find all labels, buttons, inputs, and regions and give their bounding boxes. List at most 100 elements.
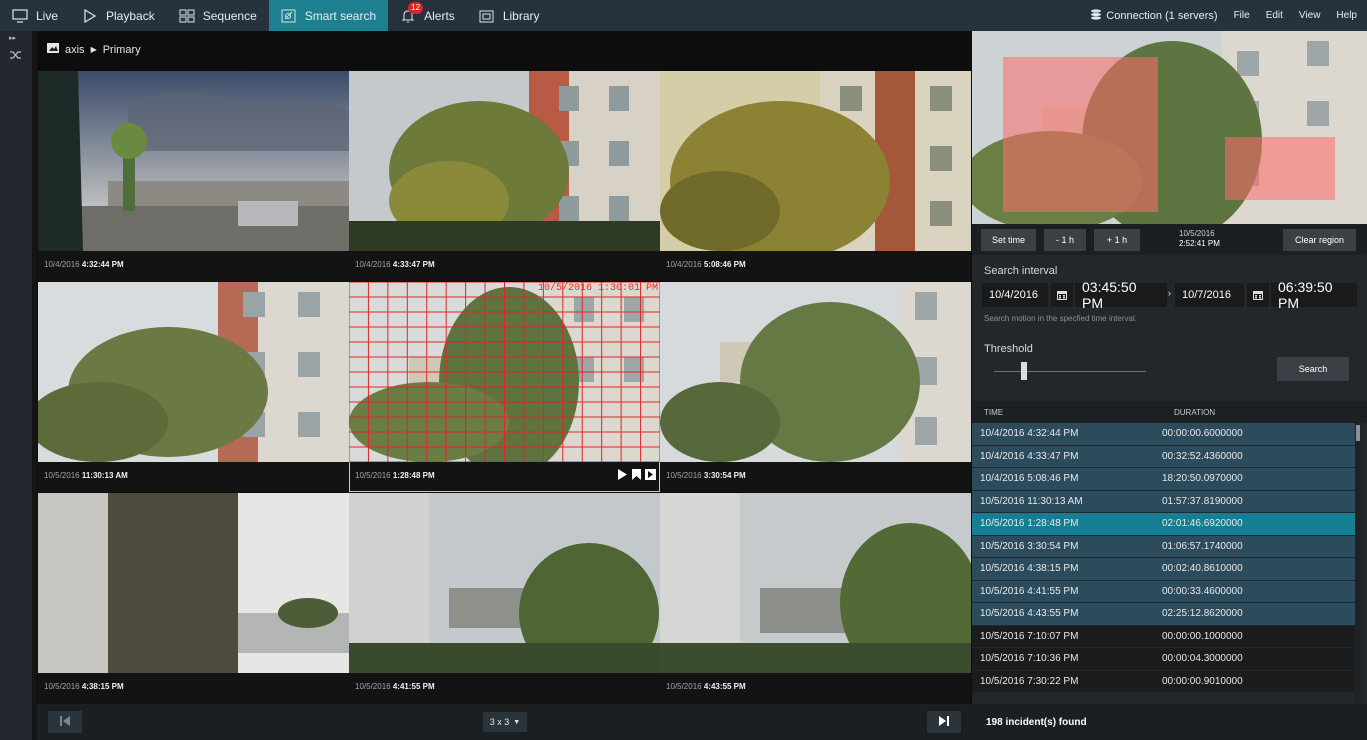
from-calendar-icon[interactable] xyxy=(1051,283,1073,307)
from-date-field[interactable]: 10/4/2016 xyxy=(982,283,1048,307)
result-time: 10/5/2016 1:28:48 PM xyxy=(980,518,1079,530)
video-cell[interactable]: 10/5/2016 4:38:15 PM xyxy=(38,493,349,703)
to-time-field[interactable]: 06:39:50 PM xyxy=(1271,279,1357,311)
video-frame[interactable] xyxy=(349,493,660,673)
to-date-field[interactable]: 10/7/2016 xyxy=(1175,283,1244,307)
to-calendar-icon[interactable] xyxy=(1247,283,1269,307)
connection-label: Connection (1 servers) xyxy=(1106,9,1218,22)
result-duration: 00:00:00.6000000 xyxy=(1162,428,1243,440)
smart-search-icon xyxy=(281,8,297,24)
preview-time: 2:52:41 PM xyxy=(1179,239,1220,248)
set-time-button[interactable]: Set time xyxy=(981,229,1036,251)
video-frame[interactable] xyxy=(660,71,971,251)
search-help-text: Search motion in the specfied time inter… xyxy=(984,314,1137,323)
next-page-button[interactable] xyxy=(927,711,961,733)
incident-count: 198 incident(s) found xyxy=(986,716,1087,728)
connection-status[interactable]: Connection (1 servers) xyxy=(1090,8,1218,23)
tab-alerts[interactable]: 12 Alerts xyxy=(388,0,467,31)
result-duration: 00:00:00.9010000 xyxy=(1162,675,1243,687)
tab-playback-label: Playback xyxy=(106,8,155,23)
cell-timestamp: 10/4/2016 4:32:44 PM xyxy=(44,260,124,269)
minus-hour-button[interactable]: - 1 h xyxy=(1044,229,1086,251)
column-header-duration[interactable]: DURATION xyxy=(1174,408,1215,417)
menu-view[interactable]: View xyxy=(1299,10,1321,21)
smart-search-panel: Set time - 1 h + 1 h 10/5/2016 2:52:41 P… xyxy=(972,31,1367,740)
result-row[interactable]: 10/5/2016 3:30:54 PM 01:06:57.1740000 xyxy=(972,535,1355,558)
video-cell-selected[interactable]: 10/5/2016 1:30:01 PM 10/5/2016 1:28:48 P… xyxy=(349,282,660,492)
tab-library[interactable]: Library xyxy=(467,0,552,31)
grid-layout-select[interactable]: 3 x 3 ▼ xyxy=(483,712,527,732)
column-header-time[interactable]: TIME xyxy=(984,408,1003,417)
breadcrumb-camera[interactable]: axis xyxy=(65,44,85,56)
tab-sequence[interactable]: Sequence xyxy=(167,0,269,31)
main-view: axis ▶ Primary 10/4/2016 4:32:44 PM 10/4… xyxy=(37,31,972,740)
result-row[interactable]: 10/4/2016 4:32:44 PM 00:00:00.6000000 xyxy=(972,423,1355,446)
play-icon[interactable] xyxy=(617,469,628,480)
result-time: 10/5/2016 4:38:15 PM xyxy=(980,563,1079,575)
result-duration: 01:57:37.8190000 xyxy=(1162,495,1243,507)
results-scrollbar-thumb[interactable] xyxy=(1356,425,1360,441)
threshold-slider-handle[interactable] xyxy=(1021,362,1028,380)
threshold-slider-track[interactable] xyxy=(994,371,1146,372)
video-cell[interactable]: 10/5/2016 3:30:54 PM xyxy=(660,282,971,492)
video-frame[interactable] xyxy=(38,71,349,251)
search-interval-section: Search interval 10/4/2016 03:45:50 PM › … xyxy=(972,255,1367,401)
search-button[interactable]: Search xyxy=(1277,357,1349,381)
clear-region-button[interactable]: Clear region xyxy=(1283,229,1356,251)
tab-live[interactable]: Live xyxy=(0,0,70,31)
result-duration: 02:01:46.6920000 xyxy=(1162,518,1243,530)
result-row[interactable]: 10/4/2016 5:08:46 PM 18:20:50.0970000 xyxy=(972,468,1355,491)
result-row[interactable]: 10/5/2016 4:41:55 PM 00:00:33.4600000 xyxy=(972,580,1355,603)
first-page-button[interactable] xyxy=(48,711,82,733)
tab-alerts-label: Alerts xyxy=(424,8,455,23)
video-frame[interactable] xyxy=(38,282,349,462)
results-list: 10/4/2016 4:32:44 PM 00:00:00.6000000 10/4… xyxy=(972,423,1355,703)
video-frame[interactable] xyxy=(349,71,660,251)
video-frame[interactable] xyxy=(660,282,971,462)
result-row[interactable]: 10/5/2016 1:28:48 PM 02:01:46.6920000 xyxy=(972,513,1355,536)
video-cell[interactable]: 10/5/2016 4:43:55 PM xyxy=(660,493,971,703)
results-scrollbar[interactable] xyxy=(1355,423,1361,703)
video-frame[interactable] xyxy=(38,493,349,673)
result-time: 10/4/2016 5:08:46 PM xyxy=(980,473,1079,485)
video-cell[interactable]: 10/4/2016 5:08:46 PM xyxy=(660,71,971,281)
video-cell[interactable]: 10/4/2016 4:33:47 PM xyxy=(349,71,660,281)
result-row[interactable]: 10/5/2016 4:43:55 PM 02:25:12.8620000 xyxy=(972,603,1355,626)
motion-region-small xyxy=(1225,137,1335,200)
plus-hour-button[interactable]: + 1 h xyxy=(1094,229,1140,251)
menu-help[interactable]: Help xyxy=(1336,10,1357,21)
result-row[interactable]: 10/5/2016 7:30:22 PM 00:00:00.9010000 xyxy=(972,670,1355,693)
menu-file[interactable]: File xyxy=(1234,10,1250,21)
expand-panel-icon[interactable]: ▸▸ xyxy=(9,34,16,42)
menu-edit[interactable]: Edit xyxy=(1266,10,1283,21)
server-stack-icon xyxy=(1090,8,1102,23)
result-row[interactable]: 10/5/2016 11:30:13 AM 01:57:37.8190000 xyxy=(972,490,1355,513)
search-interval-label: Search interval xyxy=(984,265,1058,277)
chevron-down-icon: ▼ xyxy=(513,718,521,726)
tab-library-label: Library xyxy=(502,8,540,23)
tab-playback[interactable]: Playback xyxy=(70,0,167,31)
result-row[interactable]: 10/5/2016 7:10:36 PM 00:00:04.3000000 xyxy=(972,648,1355,671)
breadcrumb-chevron-icon: ▶ xyxy=(90,45,97,54)
video-cell[interactable]: 10/5/2016 11:30:13 AM xyxy=(38,282,349,492)
cell-actions xyxy=(617,469,656,480)
preview-timestamp: 10/5/2016 2:52:41 PM xyxy=(1179,229,1220,249)
frame-overlay-timestamp: 10/5/2016 1:30:01 PM xyxy=(537,283,658,294)
result-row[interactable]: 10/5/2016 7:10:07 PM 00:00:00.1000000 xyxy=(972,625,1355,648)
shuffle-icon[interactable] xyxy=(9,49,22,64)
export-clip-icon[interactable] xyxy=(645,469,656,480)
region-preview[interactable] xyxy=(972,31,1367,224)
breadcrumb-stream[interactable]: Primary xyxy=(103,44,141,56)
video-cell[interactable]: 10/4/2016 4:32:44 PM xyxy=(38,71,349,281)
result-row[interactable]: 10/4/2016 4:33:47 PM 00:32:52.4360000 xyxy=(972,445,1355,468)
monitor-icon xyxy=(12,8,28,24)
result-row[interactable]: 10/5/2016 4:38:15 PM 00:02:40.8610000 xyxy=(972,558,1355,581)
topbar-right: Connection (1 servers) File Edit View He… xyxy=(1090,0,1367,31)
video-frame[interactable] xyxy=(660,493,971,673)
from-time-field[interactable]: 03:45:50 PM xyxy=(1075,279,1167,311)
result-duration: 00:00:33.4600000 xyxy=(1162,585,1243,597)
bookmark-icon[interactable] xyxy=(631,469,642,480)
video-frame[interactable]: 10/5/2016 1:30:01 PM xyxy=(349,282,660,462)
video-cell[interactable]: 10/5/2016 4:41:55 PM xyxy=(349,493,660,703)
tab-smart-search[interactable]: Smart search xyxy=(268,0,389,31)
